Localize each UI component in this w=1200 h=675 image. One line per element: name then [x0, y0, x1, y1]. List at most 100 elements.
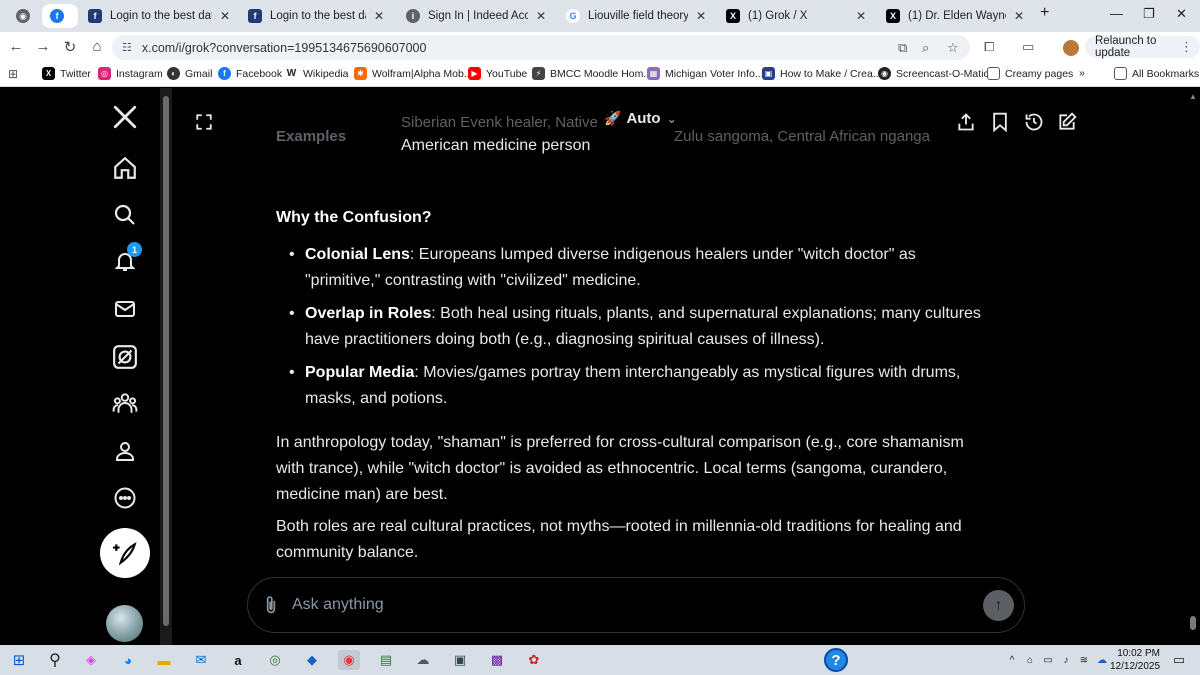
app-icon[interactable]: ☁: [412, 650, 434, 670]
copilot-icon[interactable]: ◈: [80, 650, 102, 670]
scroll-up-arrow-icon[interactable]: ▲: [1189, 92, 1197, 101]
x-logo-icon[interactable]: [108, 100, 142, 134]
bookmark-how-to-make[interactable]: ▣ How to Make / Crea...: [762, 67, 882, 80]
bookmark-wolfram[interactable]: ✱ Wolfram|Alpha Mob...: [354, 67, 473, 80]
bookmark-facebook[interactable]: f Facebook: [218, 67, 282, 80]
left-scrollbar[interactable]: [160, 88, 172, 645]
zoom-icon[interactable]: ⌕: [922, 40, 929, 56]
search-icon[interactable]: [108, 198, 142, 232]
volume-icon[interactable]: ♪: [1059, 650, 1073, 670]
apps-grid-icon[interactable]: ⊞: [8, 67, 18, 81]
forward-button[interactable]: →: [33, 38, 53, 55]
share-icon[interactable]: [956, 112, 976, 137]
windows-start-icon[interactable]: ⊞: [8, 650, 30, 670]
bookmark-bmcc[interactable]: ⚡ BMCC Moodle Hom...: [532, 67, 652, 80]
wifi-icon[interactable]: ≋: [1077, 650, 1091, 670]
messages-envelope-icon[interactable]: [108, 292, 142, 326]
app-icon[interactable]: ◆: [301, 650, 323, 670]
ask-input-box[interactable]: Ask anything ↑: [247, 577, 1025, 633]
scrollbar-thumb[interactable]: [163, 96, 169, 626]
file-explorer-icon[interactable]: ▬: [153, 650, 175, 670]
close-icon[interactable]: ✕: [220, 9, 230, 23]
notes-icon[interactable]: ▤: [375, 650, 397, 670]
bookmark-screencast[interactable]: ◉ Screencast-O-Matic: [878, 67, 989, 80]
communities-icon[interactable]: [108, 386, 142, 420]
profile-icon[interactable]: [108, 434, 142, 468]
attachment-clip-icon[interactable]: [264, 595, 278, 620]
show-hidden-icons-icon[interactable]: ^: [1005, 650, 1019, 670]
amazon-icon[interactable]: a: [227, 650, 249, 670]
bookmark-instagram[interactable]: ◎ Instagram: [98, 67, 163, 80]
extensions-icon[interactable]: ⧠: [984, 39, 994, 55]
menu-icon[interactable]: ⋮: [1180, 39, 1193, 55]
reading-list-icon[interactable]: ▭: [1022, 39, 1034, 55]
install-app-icon[interactable]: ⧉: [898, 40, 907, 56]
tab-indeed[interactable]: i Sign In | Indeed Accounts ✕: [398, 4, 554, 28]
meet-now-icon[interactable]: ⌂: [1023, 650, 1037, 670]
url-text: x.com/i/grok?conversation=19951346756906…: [141, 40, 427, 55]
bookmark-star-icon[interactable]: ☆: [947, 40, 959, 56]
close-icon[interactable]: ✕: [856, 9, 866, 23]
tab-login-database-1[interactable]: f Login to the best database ✕: [80, 4, 238, 28]
battery-icon[interactable]: ▭: [1041, 650, 1055, 670]
page-scrollbar[interactable]: ▲: [1186, 88, 1200, 645]
tab-login-database-2[interactable]: f Login to the best database ✕: [240, 4, 392, 28]
reload-button[interactable]: ↻: [60, 38, 80, 56]
new-tab-button[interactable]: +: [1040, 4, 1049, 22]
help-icon[interactable]: ?: [824, 648, 848, 672]
account-avatar[interactable]: [106, 605, 143, 642]
bookmark-creamy-pages[interactable]: Creamy pages: [987, 67, 1073, 80]
all-bookmarks-button[interactable]: All Bookmarks: [1114, 67, 1199, 80]
tab-facebook[interactable]: f: [42, 4, 78, 28]
tab-grok[interactable]: X (1) Grok / X ✕: [718, 4, 874, 28]
app-icon[interactable]: ▣: [449, 650, 471, 670]
tab-chrome-search[interactable]: ◉: [8, 4, 38, 28]
compose-post-button[interactable]: [100, 528, 150, 578]
close-icon[interactable]: ✕: [1014, 9, 1024, 23]
close-window-button[interactable]: ✕: [1176, 6, 1187, 22]
bookmarks-overflow-button[interactable]: »: [1079, 67, 1085, 79]
back-button[interactable]: ←: [6, 38, 26, 55]
close-icon[interactable]: ✕: [374, 9, 384, 23]
bookmark-youtube[interactable]: ▶ YouTube: [468, 67, 527, 80]
app-icon[interactable]: ✿: [523, 650, 545, 670]
tripadvisor-icon[interactable]: ◎: [264, 650, 286, 670]
bookmark-michigan-voter[interactable]: ▦ Michigan Voter Info...: [647, 67, 764, 80]
close-icon[interactable]: ✕: [696, 9, 706, 23]
grok-icon[interactable]: [108, 340, 142, 374]
tab-liouville[interactable]: G Liouville field theory quant ✕: [558, 4, 714, 28]
home-icon[interactable]: [108, 151, 142, 185]
cloud-icon[interactable]: ☁: [1095, 650, 1109, 670]
close-icon[interactable]: ✕: [536, 9, 546, 23]
restore-button[interactable]: ❐: [1143, 6, 1155, 22]
outlook-icon[interactable]: ✉: [190, 650, 212, 670]
edge-icon[interactable]: ◕: [117, 650, 139, 670]
home-button[interactable]: ⌂: [87, 38, 107, 55]
bookmark-icon[interactable]: [991, 112, 1009, 137]
system-clock[interactable]: 10:02 PM 12/12/2025: [1110, 647, 1160, 673]
history-icon[interactable]: [1024, 112, 1044, 137]
model-mode-selector[interactable]: 🚀 Auto ⌄: [604, 110, 677, 127]
profile-avatar[interactable]: [1063, 40, 1079, 56]
more-options-icon[interactable]: [108, 481, 142, 515]
bookmark-wikipedia[interactable]: W Wikipedia: [285, 67, 349, 80]
new-chat-edit-icon[interactable]: [1057, 112, 1077, 137]
response-paragraph: Both roles are real cultural practices, …: [276, 518, 962, 561]
expand-icon[interactable]: [195, 113, 213, 136]
minimize-button[interactable]: —: [1110, 6, 1123, 21]
site-info-icon[interactable]: ☷: [122, 41, 132, 54]
bookmark-gmail[interactable]: ◐ Gmail: [167, 67, 212, 80]
facebook-icon: f: [50, 9, 64, 23]
notification-center-icon[interactable]: ▭: [1168, 650, 1190, 670]
scrollbar-thumb[interactable]: [1190, 616, 1196, 630]
send-button[interactable]: ↑: [983, 590, 1014, 621]
tab-elden-whale[interactable]: X (1) Dr. Elden Wayne Whale ✕: [878, 4, 1032, 28]
notifications-bell-icon[interactable]: 1: [108, 242, 142, 278]
facebook-icon: f: [218, 67, 231, 80]
ask-input-placeholder[interactable]: Ask anything: [292, 596, 384, 614]
app-icon[interactable]: ▩: [486, 650, 508, 670]
search-icon[interactable]: ⚲: [44, 650, 66, 670]
address-bar[interactable]: ☷ x.com/i/grok?conversation=199513467569…: [112, 35, 970, 60]
chrome-icon[interactable]: ◉: [338, 650, 360, 670]
bookmark-twitter[interactable]: X Twitter: [42, 67, 91, 80]
